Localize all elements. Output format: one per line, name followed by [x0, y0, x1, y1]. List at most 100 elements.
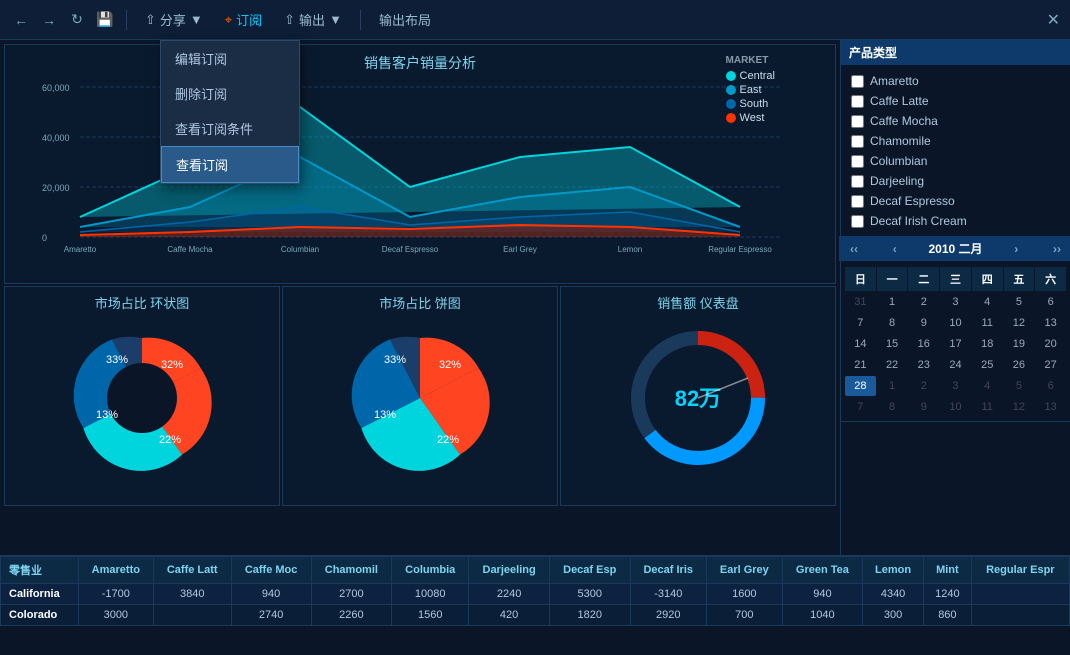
cal-day[interactable]: 26	[1004, 355, 1035, 375]
central-dot	[726, 71, 736, 81]
view-conditions-item[interactable]: 查看订阅条件	[161, 111, 299, 146]
cal-day[interactable]: 11	[972, 313, 1003, 333]
cal-header-sun: 日	[845, 267, 876, 291]
cal-day[interactable]: 2	[908, 292, 939, 312]
filter-caffe-latte[interactable]: Caffe Latte	[847, 91, 1064, 111]
filter-decaf-espresso[interactable]: Decaf Espresso	[847, 191, 1064, 211]
cal-day[interactable]: 23	[908, 355, 939, 375]
cal-day[interactable]: 13	[1035, 397, 1066, 417]
cal-day[interactable]: 17	[940, 334, 971, 354]
gauge-title: 销售额 仪表盘	[657, 293, 739, 312]
cal-day[interactable]: 7	[845, 397, 876, 417]
svg-text:Caffe Mocha: Caffe Mocha	[167, 245, 213, 254]
layout-button[interactable]: 输出布局	[371, 6, 439, 33]
close-button[interactable]: ✕	[1047, 10, 1060, 30]
col-header-decaf-esp: Decaf Esp	[549, 557, 630, 584]
calendar-header: ‹‹ ‹ 2010 二月 › ››	[839, 236, 1070, 261]
cell: 700	[706, 605, 782, 626]
columbian-checkbox[interactable]	[851, 155, 864, 168]
east-label: East	[740, 84, 762, 96]
cal-day[interactable]: 8	[877, 397, 908, 417]
cal-day-today[interactable]: 28	[845, 376, 876, 396]
filter-decaf-irish-cream[interactable]: Decaf Irish Cream	[847, 211, 1064, 231]
svg-text:60,000: 60,000	[42, 83, 70, 93]
cal-day[interactable]: 18	[972, 334, 1003, 354]
central-label: Central	[740, 70, 775, 82]
cal-day[interactable]: 25	[972, 355, 1003, 375]
decaf-irish-cream-checkbox[interactable]	[851, 215, 864, 228]
svg-text:13%: 13%	[374, 409, 396, 421]
cal-day[interactable]: 21	[845, 355, 876, 375]
cell: 2700	[311, 584, 392, 605]
filter-amaretto[interactable]: Amaretto	[847, 71, 1064, 91]
cal-day[interactable]: 6	[1035, 376, 1066, 396]
cal-day[interactable]: 11	[972, 397, 1003, 417]
amaretto-checkbox[interactable]	[851, 75, 864, 88]
donut-chart: 市场占比 环状图 32%	[4, 286, 280, 506]
cal-day[interactable]: 12	[1004, 397, 1035, 417]
cal-day[interactable]: 3	[940, 292, 971, 312]
topbar: ← → ↻ 💾 ⇧ 分享 ▼ ⌖ 订阅 ⇧ 输出 ▼ 输出布局 ✕ 编辑订阅 删…	[0, 0, 1070, 40]
caffe-latte-checkbox[interactable]	[851, 95, 864, 108]
cal-day[interactable]: 7	[845, 313, 876, 333]
cal-day[interactable]: 3	[940, 376, 971, 396]
cal-day[interactable]: 1	[877, 292, 908, 312]
svg-text:40,000: 40,000	[42, 133, 70, 143]
cal-day[interactable]: 13	[1035, 313, 1066, 333]
cal-day[interactable]: 19	[1004, 334, 1035, 354]
cal-day[interactable]: 27	[1035, 355, 1066, 375]
cal-day[interactable]: 22	[877, 355, 908, 375]
filter-chamomile[interactable]: Chamomile	[847, 131, 1064, 151]
edit-subscribe-item[interactable]: 编辑订阅	[161, 41, 299, 76]
darjeeling-checkbox[interactable]	[851, 175, 864, 188]
subscribe-button[interactable]: ⌖ 订阅	[217, 6, 270, 33]
save-icon[interactable]: 💾	[94, 9, 116, 31]
cal-day[interactable]: 12	[1004, 313, 1035, 333]
cal-next-icon[interactable]: ›	[1011, 242, 1021, 256]
refresh-icon[interactable]: ↻	[66, 9, 88, 31]
filter-columbian[interactable]: Columbian	[847, 151, 1064, 171]
cal-day[interactable]: 5	[1004, 292, 1035, 312]
share-chevron: ▼	[190, 12, 203, 27]
svg-text:32%: 32%	[439, 359, 461, 371]
cal-day[interactable]: 1	[877, 376, 908, 396]
forward-icon[interactable]: →	[38, 9, 60, 31]
cal-day[interactable]: 16	[908, 334, 939, 354]
cell: 1600	[706, 584, 782, 605]
cal-day[interactable]: 20	[1035, 334, 1066, 354]
cell: 1560	[392, 605, 469, 626]
cal-day[interactable]: 24	[940, 355, 971, 375]
cal-prev-icon[interactable]: ‹	[890, 242, 900, 256]
cal-day[interactable]: 31	[845, 292, 876, 312]
cal-day[interactable]: 10	[940, 313, 971, 333]
export-button[interactable]: ⇧ 输出 ▼	[276, 6, 350, 33]
filter-caffe-mocha[interactable]: Caffe Mocha	[847, 111, 1064, 131]
chamomile-checkbox[interactable]	[851, 135, 864, 148]
cal-day[interactable]: 8	[877, 313, 908, 333]
cell: 300	[863, 605, 924, 626]
cal-first-icon[interactable]: ‹‹	[847, 242, 861, 256]
cal-day[interactable]: 4	[972, 376, 1003, 396]
cal-day[interactable]: 14	[845, 334, 876, 354]
cal-day[interactable]: 2	[908, 376, 939, 396]
cal-day[interactable]: 9	[908, 397, 939, 417]
col-header-earl-grey: Earl Grey	[706, 557, 782, 584]
svg-text:33%: 33%	[106, 354, 128, 366]
share-button[interactable]: ⇧ 分享 ▼	[137, 6, 211, 33]
view-subscribe-item[interactable]: 查看订阅	[161, 146, 299, 183]
cal-day[interactable]: 10	[940, 397, 971, 417]
delete-subscribe-item[interactable]: 删除订阅	[161, 76, 299, 111]
cal-day[interactable]: 15	[877, 334, 908, 354]
svg-text:Amaretto: Amaretto	[64, 245, 97, 254]
filter-darjeeling[interactable]: Darjeeling	[847, 171, 1064, 191]
cal-day[interactable]: 5	[1004, 376, 1035, 396]
cell: 3000	[78, 605, 153, 626]
caffe-mocha-checkbox[interactable]	[851, 115, 864, 128]
col-header-green-tea: Green Tea	[782, 557, 862, 584]
back-icon[interactable]: ←	[10, 9, 32, 31]
cal-last-icon[interactable]: ››	[1050, 242, 1064, 256]
cal-day[interactable]: 9	[908, 313, 939, 333]
cal-day[interactable]: 6	[1035, 292, 1066, 312]
cal-day[interactable]: 4	[972, 292, 1003, 312]
decaf-espresso-checkbox[interactable]	[851, 195, 864, 208]
